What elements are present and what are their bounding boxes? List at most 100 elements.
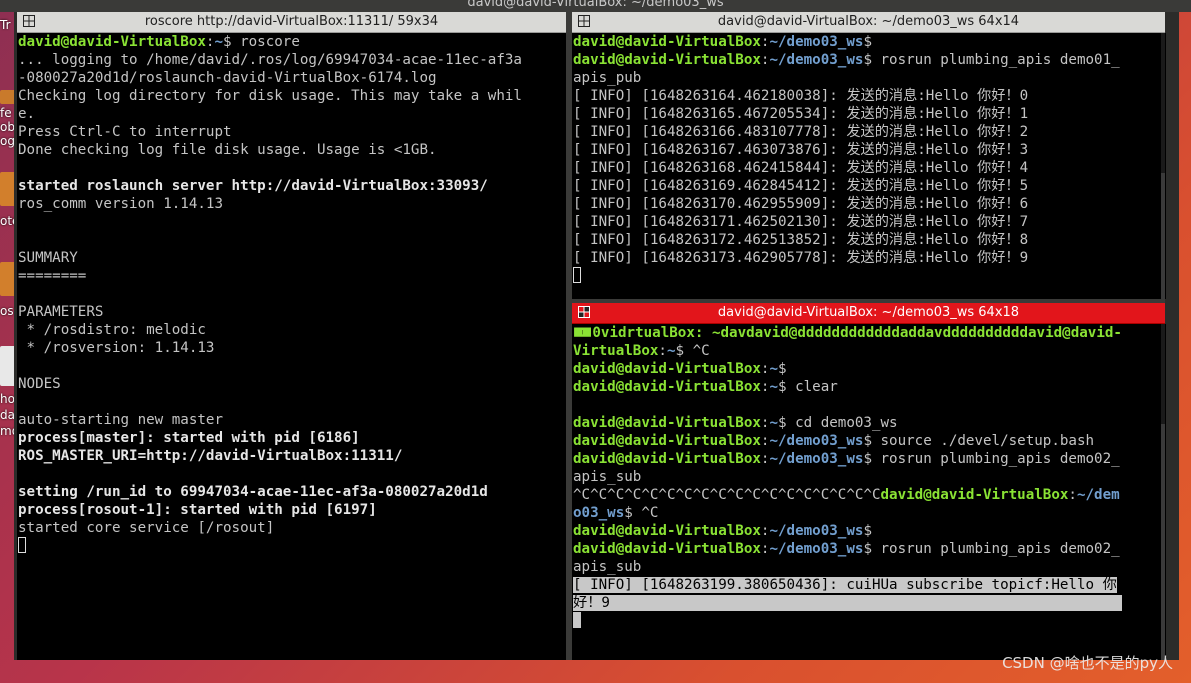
terminal-line: started roslaunch server http://david-Vi… [18,177,567,195]
terminal-text: VirtualBox [573,343,659,359]
terminal-text: 🀰 [573,325,593,341]
window-title: david@david-VirtualBox: ~/demo03_ws [467,0,724,10]
terminal-text: PARAMETERS [18,304,104,320]
terminal-text: NODES [18,376,61,392]
left-pane-title-bar[interactable]: roscore http://david-VirtualBox:11311/ 5… [17,12,566,33]
terminal-text: ... logging to /home/david/.ros/log/6994… [18,52,522,68]
desktop-label[interactable]: da [0,408,15,422]
terminal-text: [ INFO] [1648263166.483107778]: 发送的消息:He… [573,124,1029,140]
terminal-text: $ cd demo03_ws [778,415,898,431]
grid-icon[interactable] [578,306,590,318]
terminal-line: o03_ws$ ^C [573,504,1166,522]
terminal-line: 🀰0vidrtualBox: ~davdavid@ddddddddddddadd… [573,324,1166,342]
terminal-text: ~ [769,361,779,377]
terminal-text: [ INFO] [1648263173.462905778]: 发送的消息:He… [573,250,1029,266]
scrollbar[interactable] [1161,324,1165,660]
terminal-line: apis_pub [573,69,1166,87]
terminal-text: Checking log directory for disk usage. T… [18,88,522,104]
terminal-line: [ INFO] [1648263172.462513852]: 发送的消息:He… [573,231,1166,249]
terminal-text: [ INFO] [1648263172.462513852]: 发送的消息:He… [573,232,1029,248]
scrollbar-thumb[interactable] [1161,173,1165,299]
terminal-text: $ [863,34,872,50]
scrollbar-thumb[interactable] [1161,424,1165,660]
terminal-text: david@david-VirtualBox [18,34,206,50]
terminal-text: ros_comm version 1.14.13 [18,196,223,212]
left-pane-title: roscore http://david-VirtualBox:11311/ 5… [144,14,439,29]
bottom-right-pane-title-bar[interactable]: david@david-VirtualBox: ~/demo03_ws 64x1… [572,303,1165,324]
terminal-line: david@david-VirtualBox:~/demo03_ws$ [573,33,1166,51]
terminal-line: ROS_MASTER_URI=http://david-VirtualBox:1… [18,447,567,465]
terminal-line: e. [18,105,567,123]
roscore-terminal[interactable]: david@david-VirtualBox:~$ roscore... log… [17,33,567,660]
terminal-line: [ INFO] [1648263168.462415844]: 发送的消息:He… [573,159,1166,177]
terminal-text: $ roscore [223,34,300,50]
publisher-terminal[interactable]: david@david-VirtualBox:~/demo03_ws$ david… [572,33,1166,299]
terminal-line: PARAMETERS [18,303,567,321]
terminal-text: david@david-VirtualBox [573,451,761,467]
terminal-line [573,612,1166,630]
terminal-line: [ INFO] [1648263171.462502130]: 发送的消息:He… [573,213,1166,231]
terminal-text: david@david-VirtualBox [573,361,761,377]
terminal-text: : [1068,487,1077,503]
terminal-text: [ INFO] [1648263167.463073876]: 发送的消息:He… [573,142,1029,158]
terminal-line: [ INFO] [1648263167.463073876]: 发送的消息:He… [573,141,1166,159]
terminal-text: $ rosrun plumbing_apis demo01_ [863,52,1120,68]
terminal-line: auto-starting new master [18,411,567,429]
terminal-line: david@david-VirtualBox:~/demo03_ws$ rosr… [573,450,1166,468]
terminal-text: $ rosrun plumbing_apis demo02_ [863,451,1120,467]
terminal-line: [ INFO] [1648263165.467205534]: 发送的消息:He… [573,105,1166,123]
desktop-label[interactable]: os [0,304,14,318]
grid-icon[interactable] [23,15,35,27]
subscriber-terminal[interactable]: 🀰0vidrtualBox: ~davdavid@ddddddddddddadd… [572,324,1166,660]
window-title-bar: david@david-VirtualBox: ~/demo03_ws [0,0,1191,12]
desktop-label[interactable]: og [0,134,15,148]
terminal-line: process[master]: started with pid [6186] [18,429,567,447]
terminal-text: ======== [18,268,87,284]
terminal-line: david@david-VirtualBox:~/demo03_ws$ [573,522,1166,540]
terminal-text: [ INFO] [1648263171.462502130]: 发送的消息:He… [573,214,1029,230]
desktop-label[interactable]: fe [0,106,12,120]
terminal-text: process[master]: started with pid [6186] [18,430,360,446]
desktop-label[interactable]: ho [0,392,15,406]
terminal-text: david@david-VirtualBox [573,541,761,557]
terminal-text: $ [778,361,787,377]
terminal-text: $ clear [778,379,838,395]
terminal-text: Press Ctrl-C to interrupt [18,124,232,140]
terminal-line: NODES [18,375,567,393]
terminal-text: e. [18,106,36,122]
terminal-text: david@david-VirtualBox [573,34,761,50]
terminal-line: Press Ctrl-C to interrupt [18,123,567,141]
top-right-pane-title: david@david-VirtualBox: ~/demo03_ws 64x1… [717,14,1020,29]
terminal-text: setting /run_id to 69947034-acae-11ec-af… [18,484,488,500]
terminal-text: started roslaunch server http://david-Vi… [18,178,488,194]
terminal-text [609,595,1123,611]
top-right-pane-title-bar[interactable]: david@david-VirtualBox: ~/demo03_ws 64x1… [572,12,1165,33]
terminal-line: Done checking log file disk usage. Usage… [18,141,567,159]
terminal-line: * /rosversion: 1.14.13 [18,339,567,357]
terminal-line: apis_sub [573,558,1166,576]
terminal-text: * /rosversion: 1.14.13 [18,340,215,356]
terminal-line: setting /run_id to 69947034-acae-11ec-af… [18,483,567,501]
grid-icon[interactable] [578,15,590,27]
text-cursor [18,537,26,553]
terminal-line: -080027a20d1d/roslaunch-david-VirtualBox… [18,69,567,87]
desktop-label[interactable]: Tr [0,18,11,32]
scrollbar[interactable] [1161,33,1165,299]
terminal-text: [ INFO] [1648263169.462845412]: 发送的消息:He… [573,178,1029,194]
terminal-text: david@david-VirtualBox [880,487,1069,503]
terminal-text: david@david-VirtualBox [573,433,761,449]
terminal-line: [ INFO] [1648263164.462180038]: 发送的消息:He… [573,87,1166,105]
terminal-text: 0vidrtualBox: ~davdavid@ddddddddddddadda… [592,325,1122,341]
terminal-text: [ INFO] [1648263165.467205534]: 发送的消息:He… [573,106,1029,122]
terminal-text: o03_ws [573,505,625,521]
terminal-text: * /rosdistro: melodic [18,322,206,338]
text-cursor [573,267,581,283]
